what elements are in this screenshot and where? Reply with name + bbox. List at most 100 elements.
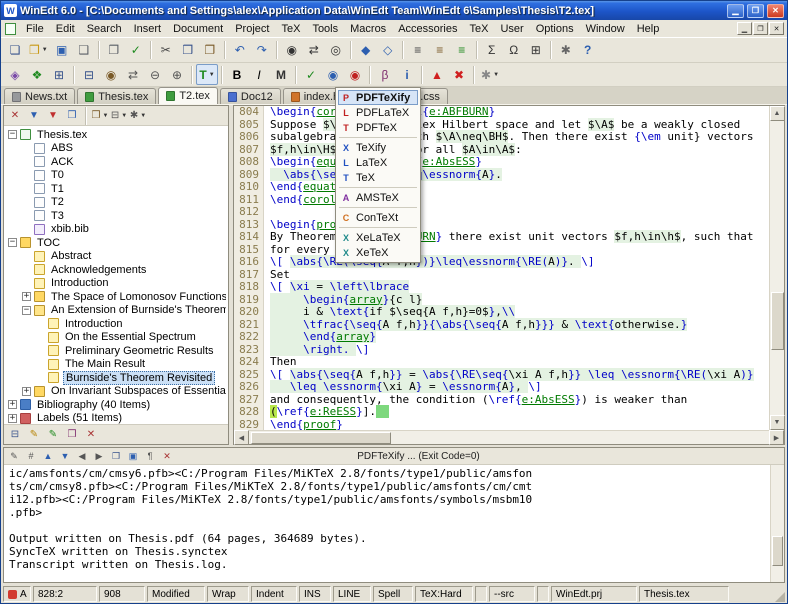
- table-wizard-button[interactable]: ⊞: [48, 64, 70, 85]
- menu-item-xelatex[interactable]: XXeLaTeX: [338, 230, 418, 245]
- tree-item[interactable]: xbib.bib: [6, 223, 226, 237]
- menu-item-xetex[interactable]: XXeTeX: [338, 245, 418, 260]
- texify-button[interactable]: ✓: [300, 64, 322, 85]
- edit-toc-button[interactable]: ✎: [25, 426, 43, 443]
- menu-item-context[interactable]: CConTeXt: [338, 210, 418, 225]
- tree-close-button[interactable]: ✕: [6, 107, 24, 124]
- collapse-menu-button[interactable]: ⊟▼: [110, 107, 128, 124]
- copy-log-button[interactable]: ❒: [108, 449, 124, 463]
- find-in-files-button[interactable]: ◎: [325, 40, 347, 61]
- insert-graphic-button[interactable]: ❖: [26, 64, 48, 85]
- status-blank-2[interactable]: [537, 586, 549, 602]
- menu-item-document[interactable]: Document: [167, 22, 229, 36]
- tree-options-menu-button[interactable]: ✱▼: [129, 107, 147, 124]
- macros-menu-button[interactable]: ✱▼: [478, 64, 502, 85]
- scroll-track[interactable]: [770, 121, 785, 415]
- status-modified-flag[interactable]: Modified: [147, 586, 205, 602]
- editor-line[interactable]: 824Then: [234, 356, 769, 369]
- filter-descending-button[interactable]: ▼: [44, 107, 62, 124]
- tree-item[interactable]: The Main Result: [6, 358, 226, 372]
- insert-symbol-button[interactable]: Ω: [503, 40, 525, 61]
- tree-item[interactable]: +Bibliography (40 Items): [6, 398, 226, 412]
- code-area[interactable]: 804\begin{corollary}\label{e:ABFBURN}805…: [234, 106, 769, 430]
- hscroll-track[interactable]: [249, 431, 769, 445]
- open-book-button[interactable]: ❒: [63, 107, 81, 124]
- tree-item[interactable]: Introduction: [6, 277, 226, 291]
- gather-view-button[interactable]: ⊟: [6, 426, 24, 443]
- swap-panels-button[interactable]: ⇄: [122, 64, 144, 85]
- status-tex-mode[interactable]: TeX:Hard: [415, 586, 473, 602]
- print-button[interactable]: ❑: [73, 40, 95, 61]
- editor-vertical-scrollbar[interactable]: ▲ ▼: [769, 106, 784, 430]
- menu-item-tools[interactable]: Tools: [306, 22, 344, 36]
- minimize-button[interactable]: ▁: [727, 4, 744, 18]
- insert-sum-button[interactable]: Σ: [481, 40, 503, 61]
- menu-item-window[interactable]: Window: [580, 22, 631, 36]
- menu-item-project[interactable]: Project: [229, 22, 275, 36]
- doc-restore-button[interactable]: ❐: [753, 22, 768, 35]
- tree-item[interactable]: Abstract: [6, 250, 226, 264]
- bib-view-button[interactable]: ❒: [63, 426, 81, 443]
- status-resize-grip[interactable]: [771, 586, 785, 602]
- editor-line[interactable]: 818\[ \xi = \left\lbrace: [234, 281, 769, 294]
- description-list-button[interactable]: ≡: [451, 40, 473, 61]
- undo-button[interactable]: ↶: [229, 40, 251, 61]
- open-folder-button[interactable]: ❒▼: [26, 40, 51, 61]
- emphasize-button[interactable]: M: [270, 64, 292, 85]
- save-log-button[interactable]: ▣: [125, 449, 141, 463]
- output-vertical-scrollbar[interactable]: [770, 465, 784, 582]
- scroll-right-arrow[interactable]: ▶: [769, 430, 784, 445]
- print-preview-button[interactable]: ❐: [103, 40, 125, 61]
- paste-button[interactable]: ❐: [199, 40, 221, 61]
- redo-button[interactable]: ↷: [251, 40, 273, 61]
- tree-item[interactable]: +The Space of Lomonosov Functions: [6, 290, 226, 304]
- editor-line[interactable]: 808\begin{equation}\label{e:AbsESS}: [234, 156, 769, 169]
- numbered-list-button[interactable]: ≡: [429, 40, 451, 61]
- close-pdf-button[interactable]: ✖: [448, 64, 470, 85]
- status-indent-mode[interactable]: Indent: [251, 586, 297, 602]
- scroll-down-arrow[interactable]: ▼: [770, 415, 785, 430]
- pdf-preview-button[interactable]: ◉: [344, 64, 366, 85]
- previous-bookmark-button[interactable]: ◆: [355, 40, 377, 61]
- menu-item-amstex[interactable]: AAMSTeX: [338, 190, 418, 205]
- close-button[interactable]: ✕: [767, 4, 784, 18]
- unfold-button[interactable]: ⊕: [166, 64, 188, 85]
- doc-close-button[interactable]: ✕: [769, 22, 784, 35]
- expand-icon[interactable]: +: [22, 387, 31, 396]
- menu-item-accessories[interactable]: Accessories: [392, 22, 463, 36]
- output-scroll-thumb[interactable]: [772, 536, 783, 566]
- menu-item-pdftex[interactable]: TPDFTeX: [338, 120, 418, 135]
- menu-item-texify[interactable]: XTeXify: [338, 140, 418, 155]
- pdf-texify-button[interactable]: T▼: [196, 64, 218, 85]
- tree-item[interactable]: Preliminary Geometric Results: [6, 344, 226, 358]
- tree-item[interactable]: +On Invariant Subspaces of Essentially S…: [6, 385, 226, 399]
- find-button[interactable]: ◉: [281, 40, 303, 61]
- tree-item[interactable]: −Thesis.tex: [6, 128, 226, 142]
- menu-item-tex[interactable]: TeX: [463, 22, 494, 36]
- first-page-button[interactable]: ◀: [74, 449, 90, 463]
- output-console-button[interactable]: #: [23, 449, 39, 463]
- editor-line[interactable]: 822 \end{array}: [234, 331, 769, 344]
- menu-item-insert[interactable]: Insert: [128, 22, 168, 36]
- tree-item[interactable]: T0: [6, 169, 226, 183]
- insert-table-button[interactable]: ⊞: [525, 40, 547, 61]
- tree-item[interactable]: +Labels (51 Items): [6, 412, 226, 425]
- menu-item-latex[interactable]: LLaTeX: [338, 155, 418, 170]
- replace-button[interactable]: ⇄: [303, 40, 325, 61]
- spell-check-button[interactable]: ✓: [125, 40, 147, 61]
- project-tree-button[interactable]: ⊟: [78, 64, 100, 85]
- document-wizard-button[interactable]: ◈: [4, 64, 26, 85]
- filter-ascending-button[interactable]: ▼: [25, 107, 43, 124]
- maximize-button[interactable]: ❐: [747, 4, 764, 18]
- help-button[interactable]: ?: [577, 40, 599, 61]
- menu-item-help[interactable]: Help: [631, 22, 666, 36]
- menu-item-pdftexify[interactable]: PPDFTeXify: [338, 90, 418, 105]
- tree-item[interactable]: T1: [6, 182, 226, 196]
- status-line-mode[interactable]: LINE: [333, 586, 371, 602]
- tree-item[interactable]: Burnside's Theorem Revisited: [6, 371, 226, 385]
- editor-line[interactable]: 816\[ \abs{\RE(\seq{A f,h})}\leq\essnorm…: [234, 256, 769, 269]
- status-document-name[interactable]: Thesis.tex: [639, 586, 729, 602]
- last-page-button[interactable]: ▶: [91, 449, 107, 463]
- menu-item-macros[interactable]: Macros: [344, 22, 392, 36]
- editor-line[interactable]: 806subalgebra of $\BH$ with $\A\neq\BH$.…: [234, 131, 769, 144]
